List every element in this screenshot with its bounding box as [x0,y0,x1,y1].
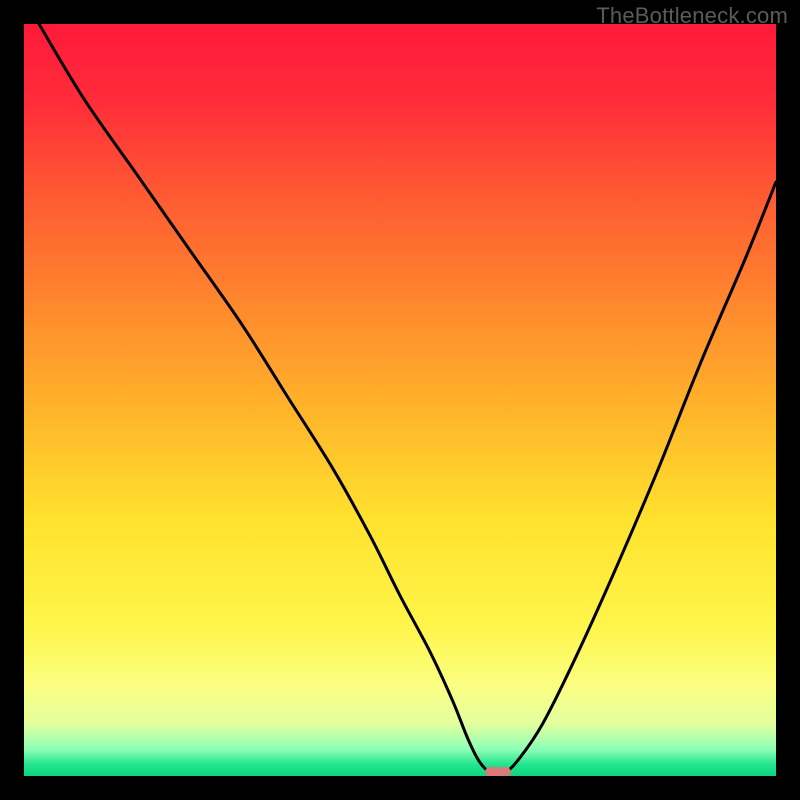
watermark-text: TheBottleneck.com [596,3,788,29]
bottleneck-curve [24,24,776,776]
plot-area [24,24,776,776]
chart-frame: TheBottleneck.com [0,0,800,800]
optimum-marker [485,767,511,776]
